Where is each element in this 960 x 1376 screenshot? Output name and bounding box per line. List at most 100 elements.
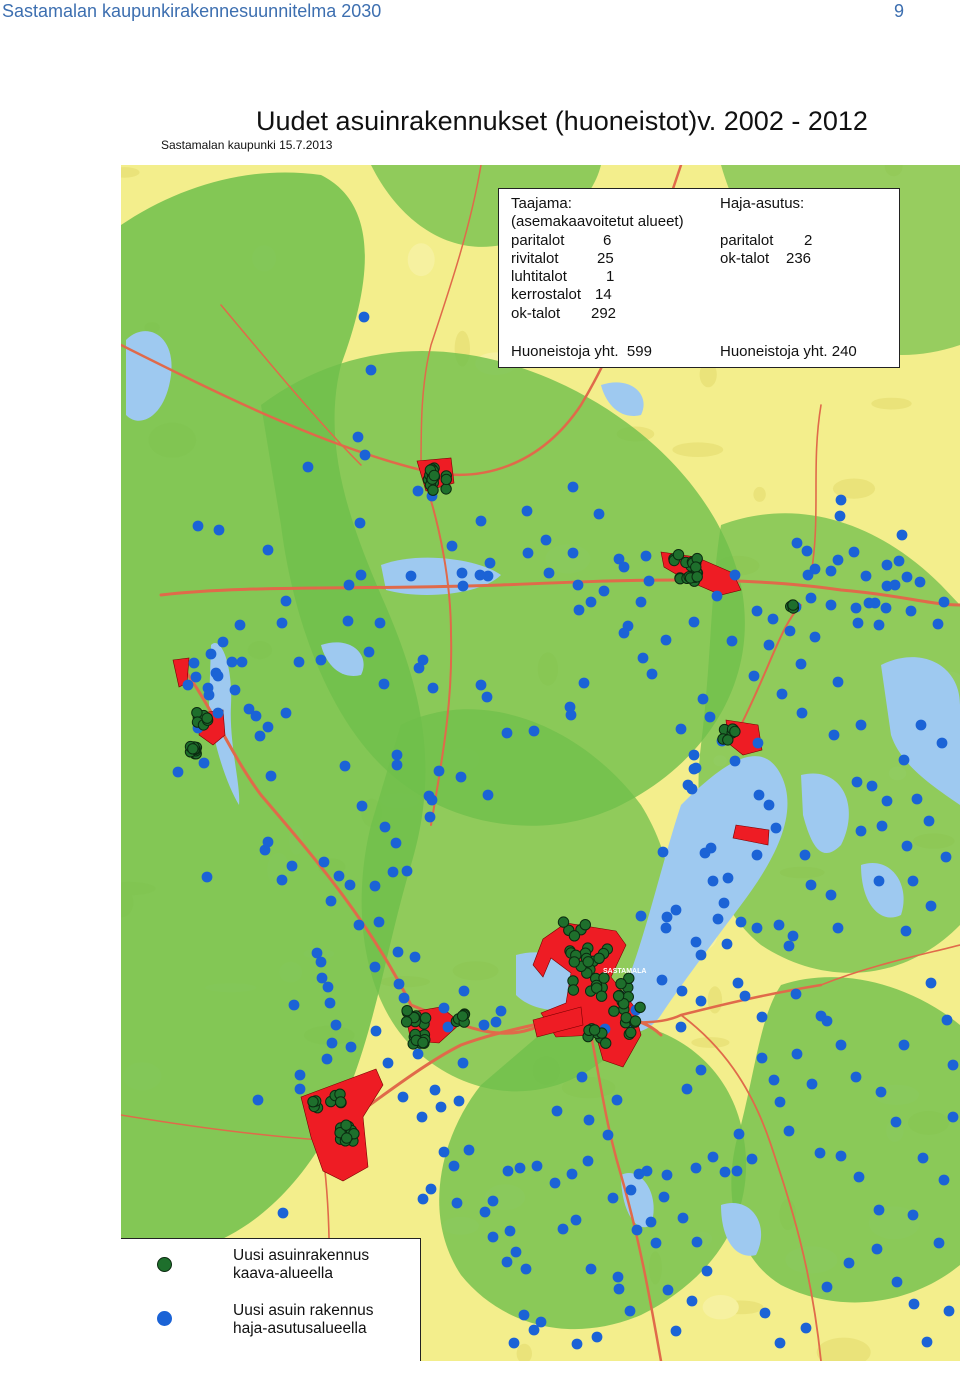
rural-building-marker — [805, 592, 817, 604]
rural-building-marker — [900, 925, 912, 937]
rural-building-marker — [293, 656, 305, 668]
rural-building-marker — [280, 595, 292, 607]
stat-value: 1 — [606, 268, 615, 286]
rural-building-marker — [911, 793, 923, 805]
rural-building-marker — [705, 842, 717, 854]
rural-building-marker — [286, 860, 298, 872]
rural-building-marker — [735, 916, 747, 928]
rural-building-marker — [763, 799, 775, 811]
rural-building-marker — [262, 544, 274, 556]
rural-building-marker — [358, 311, 370, 323]
total-label: Huoneistoja yht. — [511, 343, 619, 360]
stat-value: 236 — [786, 249, 812, 267]
rural-building-marker — [345, 1041, 357, 1053]
rural-building-marker — [739, 990, 751, 1002]
zoned-building-marker — [629, 1015, 642, 1027]
rural-building-marker — [252, 1094, 264, 1106]
rural-building-marker — [711, 590, 723, 602]
field-patch — [707, 986, 723, 1014]
rural-building-marker — [583, 1114, 595, 1126]
rural-building-marker — [731, 1165, 743, 1177]
rural-building-marker — [890, 1116, 902, 1128]
rural-building-marker — [585, 596, 597, 608]
rural-building-marker — [172, 766, 184, 778]
rural-building-marker — [809, 631, 821, 643]
rural-building-marker — [254, 730, 266, 742]
rural-building-marker — [540, 534, 552, 546]
zoned-building-marker — [428, 469, 440, 482]
rural-building-marker — [339, 760, 351, 772]
rural-building-marker — [352, 431, 364, 443]
total-value: 240 — [831, 343, 857, 360]
rural-building-marker — [635, 910, 647, 922]
rural-building-marker — [391, 759, 403, 771]
rural-building-marker — [321, 1053, 333, 1065]
rural-building-marker — [633, 1168, 645, 1180]
rural-building-marker — [624, 1305, 636, 1317]
zoned-building-marker — [440, 483, 452, 495]
rural-building-marker — [455, 771, 467, 783]
rural-building-marker — [618, 627, 630, 639]
total-label: Huoneistoja yht. — [720, 343, 828, 360]
rural-building-marker — [643, 575, 655, 587]
rural-building-marker — [201, 871, 213, 883]
rural-building-marker — [531, 1160, 543, 1172]
rural-stats: Haja-asutus: paritalot 2 ok-talot 236 — [720, 195, 812, 268]
rural-building-marker — [572, 579, 584, 591]
rural-building-marker — [453, 1095, 465, 1107]
rural-building-marker — [188, 657, 200, 669]
stat-value: 292 — [591, 304, 617, 322]
legend-label: Uusi asuin rakennus — [233, 1302, 374, 1319]
rural-building-marker — [923, 815, 935, 827]
rural-building-marker — [446, 540, 458, 552]
rural-building-marker — [571, 1338, 583, 1350]
field-patch — [691, 1037, 730, 1048]
stat-value: 6 — [603, 231, 612, 249]
stat-value: 25 — [597, 249, 614, 267]
rural-building-marker — [835, 1150, 847, 1162]
stat-row: ok-talot 292 — [511, 305, 684, 323]
rural-building-marker — [508, 1337, 520, 1349]
rural-total: Huoneistoja yht. 240 — [720, 343, 857, 360]
rural-building-marker — [567, 481, 579, 493]
rural-building-marker — [650, 1237, 662, 1249]
legend-item-rural: Uusi asuin rakennus haja-asutusalueella — [233, 1302, 373, 1338]
rural-building-marker — [850, 602, 862, 614]
rural-building-marker — [611, 1094, 623, 1106]
rural-building-marker — [791, 1048, 803, 1060]
rural-building-marker — [359, 449, 371, 461]
rural-building-marker — [504, 1225, 516, 1237]
rural-building-marker — [409, 951, 421, 963]
rural-building-marker — [732, 977, 744, 989]
field-patch — [672, 442, 724, 458]
zoned-building-marker — [201, 712, 213, 724]
rural-building-marker — [288, 999, 300, 1011]
rural-building-marker — [719, 1166, 731, 1178]
rural-building-marker — [213, 524, 225, 536]
rural-building-marker — [936, 737, 948, 749]
rural-building-marker — [783, 1125, 795, 1137]
rural-building-marker — [369, 880, 381, 892]
zoned-building-marker — [568, 956, 580, 968]
rural-building-marker — [660, 634, 672, 646]
rural-building-marker — [776, 688, 788, 700]
rural-building-marker — [676, 985, 688, 997]
rural-building-marker — [774, 1096, 786, 1108]
zoned-building-marker — [634, 1001, 646, 1013]
rural-building-marker — [625, 1184, 637, 1196]
rural-building-marker — [374, 617, 386, 629]
rural-building-marker — [363, 646, 375, 658]
rural-building-marker — [835, 494, 847, 506]
rural-building-marker — [294, 1069, 306, 1081]
rural-building-marker — [217, 636, 229, 648]
rural-building-marker — [435, 1101, 447, 1113]
rural-building-marker — [294, 1083, 306, 1095]
rural-building-marker — [520, 1263, 532, 1275]
rural-building-marker — [593, 508, 605, 520]
rural-building-marker — [276, 617, 288, 629]
field-patch — [871, 397, 912, 410]
rural-building-marker — [448, 1160, 460, 1172]
rural-building-marker — [427, 682, 439, 694]
rural-building-marker — [585, 1263, 597, 1275]
rural-building-marker — [356, 800, 368, 812]
